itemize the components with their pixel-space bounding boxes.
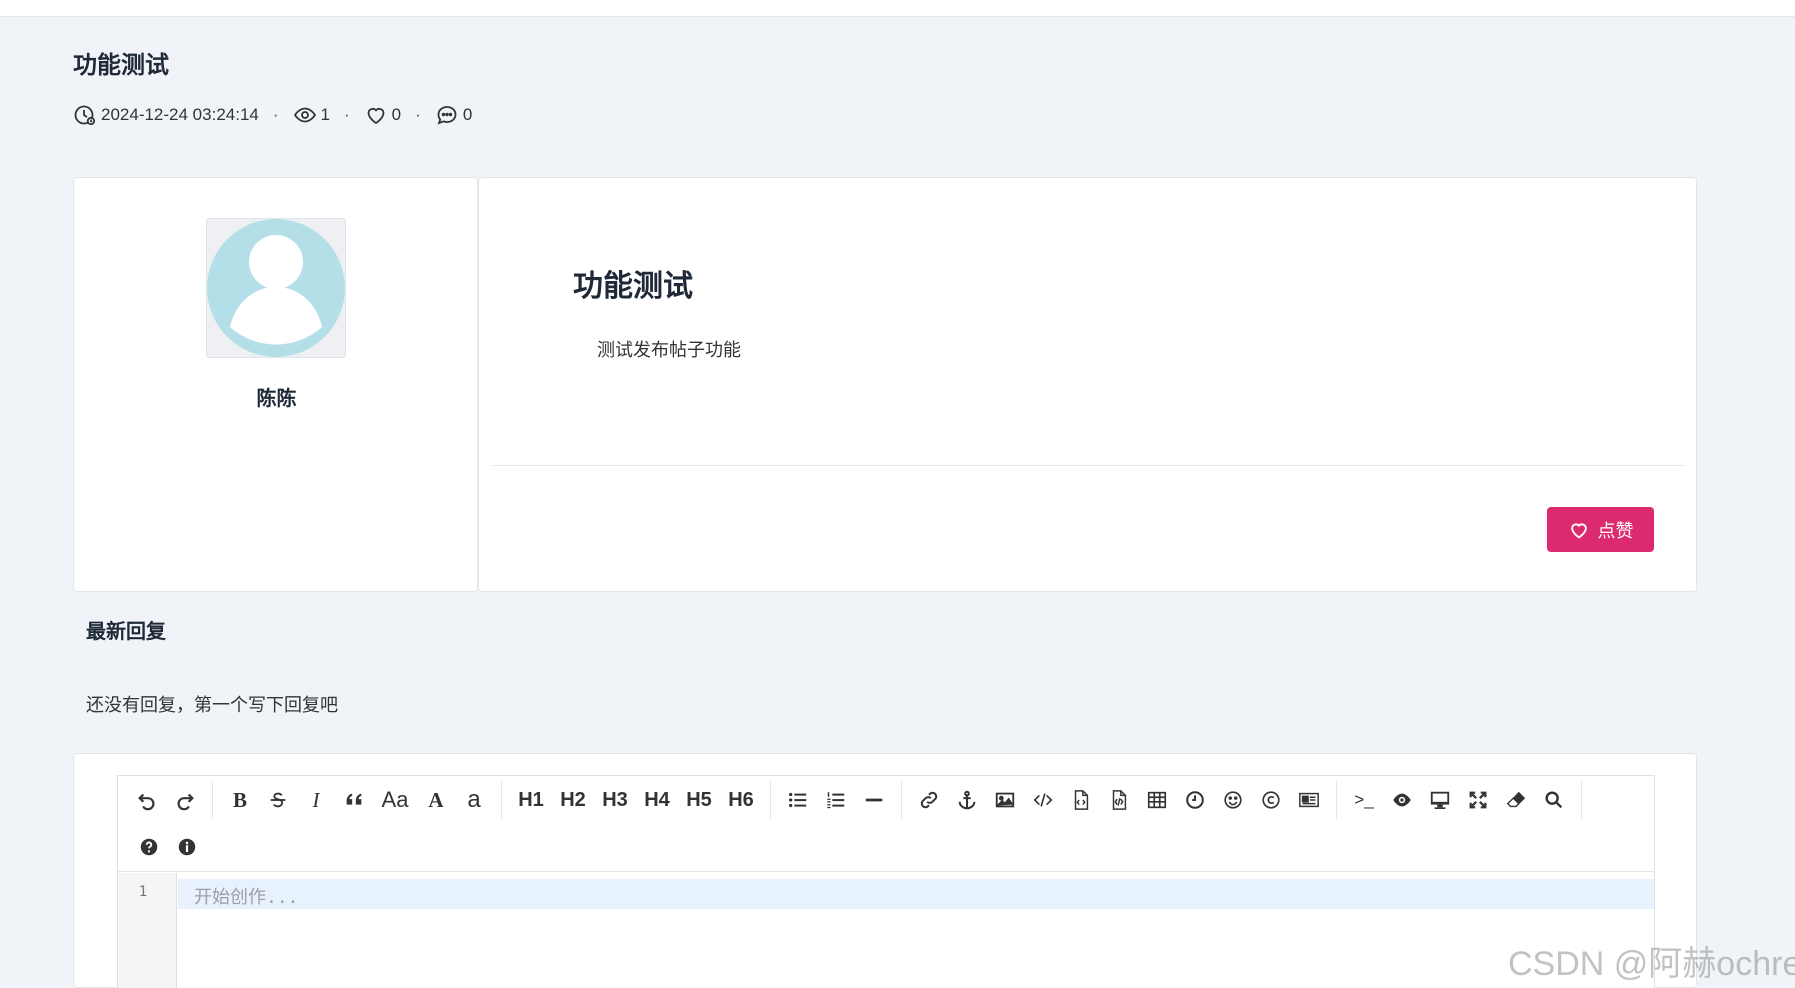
h5-button[interactable]: H5 — [678, 781, 720, 819]
heart-icon — [364, 103, 388, 127]
unordered-list-icon[interactable] — [779, 781, 817, 819]
editor-textarea[interactable]: 开始创作... — [194, 883, 299, 909]
h1-button[interactable]: H1 — [510, 781, 552, 819]
h2-button[interactable]: H2 — [552, 781, 594, 819]
html-entity-icon[interactable] — [1252, 781, 1290, 819]
datetime-icon[interactable] — [1176, 781, 1214, 819]
undo-icon[interactable] — [128, 781, 166, 819]
page-title: 功能测试 — [73, 52, 169, 79]
emoji-icon[interactable] — [1214, 781, 1252, 819]
toolbar-separator — [901, 781, 902, 819]
redo-icon[interactable] — [166, 781, 204, 819]
toolbar-separator — [1336, 781, 1337, 819]
eraser-icon[interactable] — [1497, 781, 1535, 819]
replies-empty-text: 还没有回复，第一个写下回复吧 — [86, 695, 338, 715]
terminal-icon[interactable]: >_ — [1345, 781, 1383, 819]
bold-icon[interactable]: B — [221, 781, 259, 819]
table-icon[interactable] — [1138, 781, 1176, 819]
toolbar-row-main: B I Aa A a H1 H2 H3 H4 H5 H6 >_ — [128, 781, 1590, 819]
uppercase-icon[interactable]: A — [417, 781, 455, 819]
ordered-list-icon[interactable] — [817, 781, 855, 819]
watermark: CSDN @阿赫ochre — [1508, 945, 1795, 983]
code-file-icon[interactable] — [1062, 781, 1100, 819]
line-number: 1 — [138, 884, 148, 900]
horizontal-rule-icon[interactable] — [855, 781, 893, 819]
code-block-icon[interactable] — [1100, 781, 1138, 819]
post-meta: 2024-12-24 03:24:14 · 1 · 0 · 0 — [73, 103, 472, 127]
search-icon[interactable] — [1535, 781, 1573, 819]
h6-button[interactable]: H6 — [720, 781, 762, 819]
help-icon[interactable] — [130, 828, 168, 866]
anchor-icon[interactable] — [948, 781, 986, 819]
preview-icon[interactable] — [1383, 781, 1421, 819]
fullscreen-icon[interactable] — [1459, 781, 1497, 819]
line-gutter: 1 — [118, 873, 177, 988]
eye-icon — [293, 103, 317, 127]
toolbar-separator — [212, 781, 213, 819]
meta-separator: · — [344, 105, 350, 124]
toolbar-separator — [1581, 781, 1582, 819]
pagebreak-icon[interactable] — [1290, 781, 1328, 819]
post-heading: 功能测试 — [573, 270, 693, 303]
strikethrough-icon[interactable] — [259, 781, 297, 819]
avatar[interactable] — [206, 218, 346, 358]
heart-icon — [1570, 522, 1587, 538]
meta-views: 1 — [293, 103, 330, 127]
user-placeholder-icon — [207, 219, 345, 357]
top-bar — [0, 0, 1795, 17]
like-button-label: 点赞 — [1597, 520, 1634, 541]
post-card: 功能测试 测试发布帖子功能 点赞 — [478, 177, 1697, 592]
case-icon[interactable]: Aa — [373, 781, 417, 819]
comment-icon — [435, 103, 459, 127]
h3-button[interactable]: H3 — [594, 781, 636, 819]
lowercase-icon[interactable]: a — [455, 781, 493, 819]
author-card: 陈陈 — [73, 177, 478, 592]
author-name[interactable]: 陈陈 — [74, 382, 479, 411]
like-count: 0 — [391, 105, 402, 124]
meta-separator: · — [415, 105, 421, 124]
link-icon[interactable] — [910, 781, 948, 819]
meta-likes: 0 — [364, 103, 401, 127]
reply-editor-card: B I Aa A a H1 H2 H3 H4 H5 H6 >_ 1 开始创作..… — [73, 753, 1697, 988]
active-line-highlight — [178, 879, 1654, 909]
toolbar-separator — [770, 781, 771, 819]
italic-icon[interactable]: I — [297, 781, 335, 819]
toolbar-row-help — [130, 828, 206, 866]
like-button[interactable]: 点赞 — [1547, 507, 1654, 552]
info-icon[interactable] — [168, 828, 206, 866]
replies-title: 最新回复 — [86, 621, 166, 643]
meta-datetime: 2024-12-24 03:24:14 — [73, 103, 259, 127]
view-count: 1 — [320, 105, 330, 124]
post-divider — [492, 465, 1685, 466]
meta-comments: 0 — [435, 103, 472, 127]
comment-count: 0 — [462, 105, 473, 124]
markdown-editor: B I Aa A a H1 H2 H3 H4 H5 H6 >_ 1 开始创作..… — [117, 775, 1655, 988]
image-icon[interactable] — [986, 781, 1024, 819]
post-datetime: 2024-12-24 03:24:14 — [101, 105, 259, 124]
toolbar-separator — [501, 781, 502, 819]
quote-icon[interactable] — [335, 781, 373, 819]
meta-separator: · — [272, 105, 279, 124]
editor-toolbar: B I Aa A a H1 H2 H3 H4 H5 H6 >_ — [118, 776, 1654, 872]
clock-icon — [73, 103, 97, 127]
post-body: 测试发布帖子功能 — [597, 340, 741, 360]
h4-button[interactable]: H4 — [636, 781, 678, 819]
desktop-icon[interactable] — [1421, 781, 1459, 819]
code-icon[interactable] — [1024, 781, 1062, 819]
